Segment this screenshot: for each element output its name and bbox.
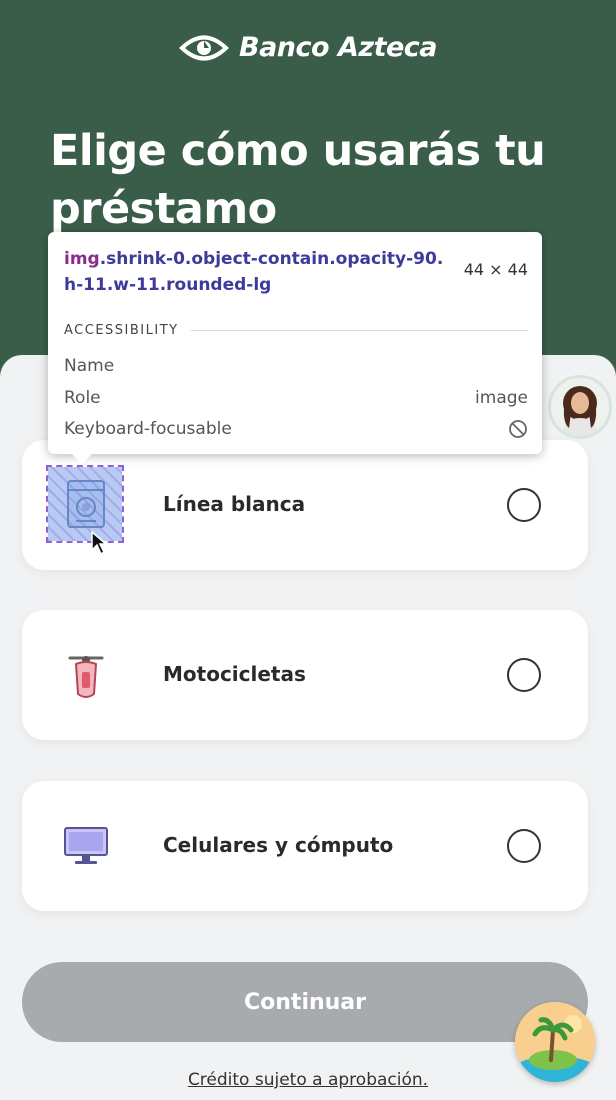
tooltip-row-name: Name: [64, 356, 528, 376]
tooltip-section-header: ACCESSIBILITY: [64, 323, 528, 338]
brand-logo: Banco Azteca: [0, 32, 616, 63]
option-label-celulares: Celulares y cómputo: [163, 833, 394, 857]
tooltip-pointer: [72, 454, 92, 464]
inspected-element-highlight: [46, 465, 124, 543]
option-label-linea-blanca: Línea blanca: [163, 492, 306, 516]
option-card-celulares[interactable]: Celulares y cómputo: [22, 781, 588, 911]
motorcycle-icon: [50, 639, 122, 711]
tooltip-row-label: Role: [64, 388, 101, 408]
tooltip-selector-tag: img: [64, 249, 100, 269]
tooltip-row-role: Role image: [64, 388, 528, 408]
tooltip-row-label: Keyboard-focusable: [64, 419, 232, 439]
tooltip-row-value: image: [475, 388, 528, 408]
mouse-cursor-icon: [91, 530, 108, 556]
tooltip-row-keyboard-focusable: Keyboard-focusable: [64, 419, 528, 439]
tooltip-divider: [190, 330, 528, 331]
not-focusable-icon: [509, 420, 527, 438]
tooltip-row-label: Name: [64, 356, 115, 376]
devtools-inspect-tooltip: img.shrink-0.object-contain.opacity-90.h…: [48, 232, 542, 464]
option-card-motocicletas[interactable]: Motocicletas: [22, 610, 588, 740]
tooltip-dimensions: 44 × 44: [463, 260, 528, 279]
tooltip-section-title: ACCESSIBILITY: [64, 323, 179, 338]
tooltip-selector-classes: .shrink-0.object-contain.opacity-90.h-11…: [64, 249, 444, 295]
banco-azteca-eye-icon: [179, 35, 229, 60]
tooltip-selector: img.shrink-0.object-contain.opacity-90.h…: [64, 246, 444, 298]
island-chat-button[interactable]: [515, 1002, 595, 1082]
continue-button[interactable]: Continuar: [22, 962, 588, 1042]
assistant-avatar[interactable]: [548, 375, 612, 439]
radio-linea-blanca[interactable]: [507, 488, 541, 522]
computer-monitor-icon: [50, 810, 122, 882]
radio-motocicletas[interactable]: [507, 658, 541, 692]
brand-name: Banco Azteca: [238, 32, 438, 63]
credit-disclaimer-link[interactable]: Crédito sujeto a aprobación.: [0, 1070, 616, 1090]
page-title: Elige cómo usarás tu préstamo: [50, 126, 546, 234]
option-label-motocicletas: Motocicletas: [163, 662, 306, 686]
radio-celulares[interactable]: [507, 829, 541, 863]
